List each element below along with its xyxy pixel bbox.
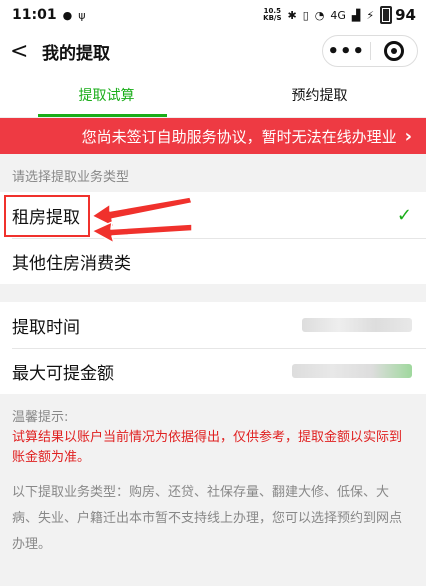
signal-icon: ▟ [351,8,361,22]
annotation-box [4,195,90,237]
status-bar: 11:01 ● ψ 10.5 KB/S ✱ ▯ ◔ 4G ▟ ⚡ 94 [0,0,426,30]
field-withdraw-time: 提取时间 [0,302,426,348]
blurred-value [292,364,412,378]
type-option-other-housing[interactable]: 其他住房消费类 [0,238,426,284]
notification-icon: ● [62,8,73,22]
battery-indicator: 94 [380,6,416,24]
tab-trial-calculation[interactable]: 提取试算 [0,72,213,117]
bluetooth-icon: ✱ [287,8,297,22]
back-chevron-icon[interactable]: < [10,39,34,64]
type-label: 其他住房消费类 [12,253,131,274]
type-list: 租房提取 ✓ 其他住房消费类 [0,192,426,284]
signal-label: 4G [330,8,346,22]
tab-bar: 提取试算 预约提取 [0,72,426,118]
blurred-value [302,318,412,332]
field-max-amount: 最大可提金额 [0,348,426,394]
charging-icon: ⚡ [366,8,375,22]
agreement-banner[interactable]: 您尚未签订自助服务协议，暂时无法在线办理业 › [0,118,426,154]
chevron-right-icon: › [404,125,412,147]
page-title: 我的提取 [42,43,110,64]
field-label: 最大可提金额 [12,363,114,384]
section-label: 请选择提取业务类型 [12,170,130,185]
wifi-icon: ◔ [314,8,325,22]
tips-title: 温馨提示: [12,410,69,425]
clock: 11:01 [12,7,57,23]
usb-icon: ψ [78,8,86,22]
field-label: 提取时间 [12,317,80,338]
checkmark-icon: ✓ [396,204,412,226]
banner-text: 您尚未签订自助服务协议，暂时无法在线办理业 [81,127,397,146]
close-miniprogram-button[interactable] [371,41,418,61]
battery-level: 94 [395,6,416,24]
tab-appointment[interactable]: 预约提取 [213,72,426,117]
tips-section: 温馨提示: 试算结果以账户当前情况为依据得出，仅供参考，提取金额以实际到账金额为… [0,394,426,558]
battery-icon [380,6,393,24]
type-option-rent[interactable]: 租房提取 ✓ [0,192,426,238]
more-menu-button[interactable]: ••• [323,41,370,62]
miniprogram-capsule: ••• [322,35,418,67]
network-speed: 10.5 KB/S [263,7,282,22]
target-close-icon [383,41,404,61]
nav-bar: < 我的提取 ••• [0,30,426,72]
vibrate-icon: ▯ [302,8,309,22]
tips-warning: 试算结果以账户当前情况为依据得出，仅供参考，提取金额以实际到账金额为准。 [12,430,403,465]
tips-note: 以下提取业务类型：购房、还贷、社保存量、翻建大修、低保、大病、失业、户籍迁出本市… [12,485,403,552]
result-list: 提取时间 最大可提金额 [0,302,426,394]
